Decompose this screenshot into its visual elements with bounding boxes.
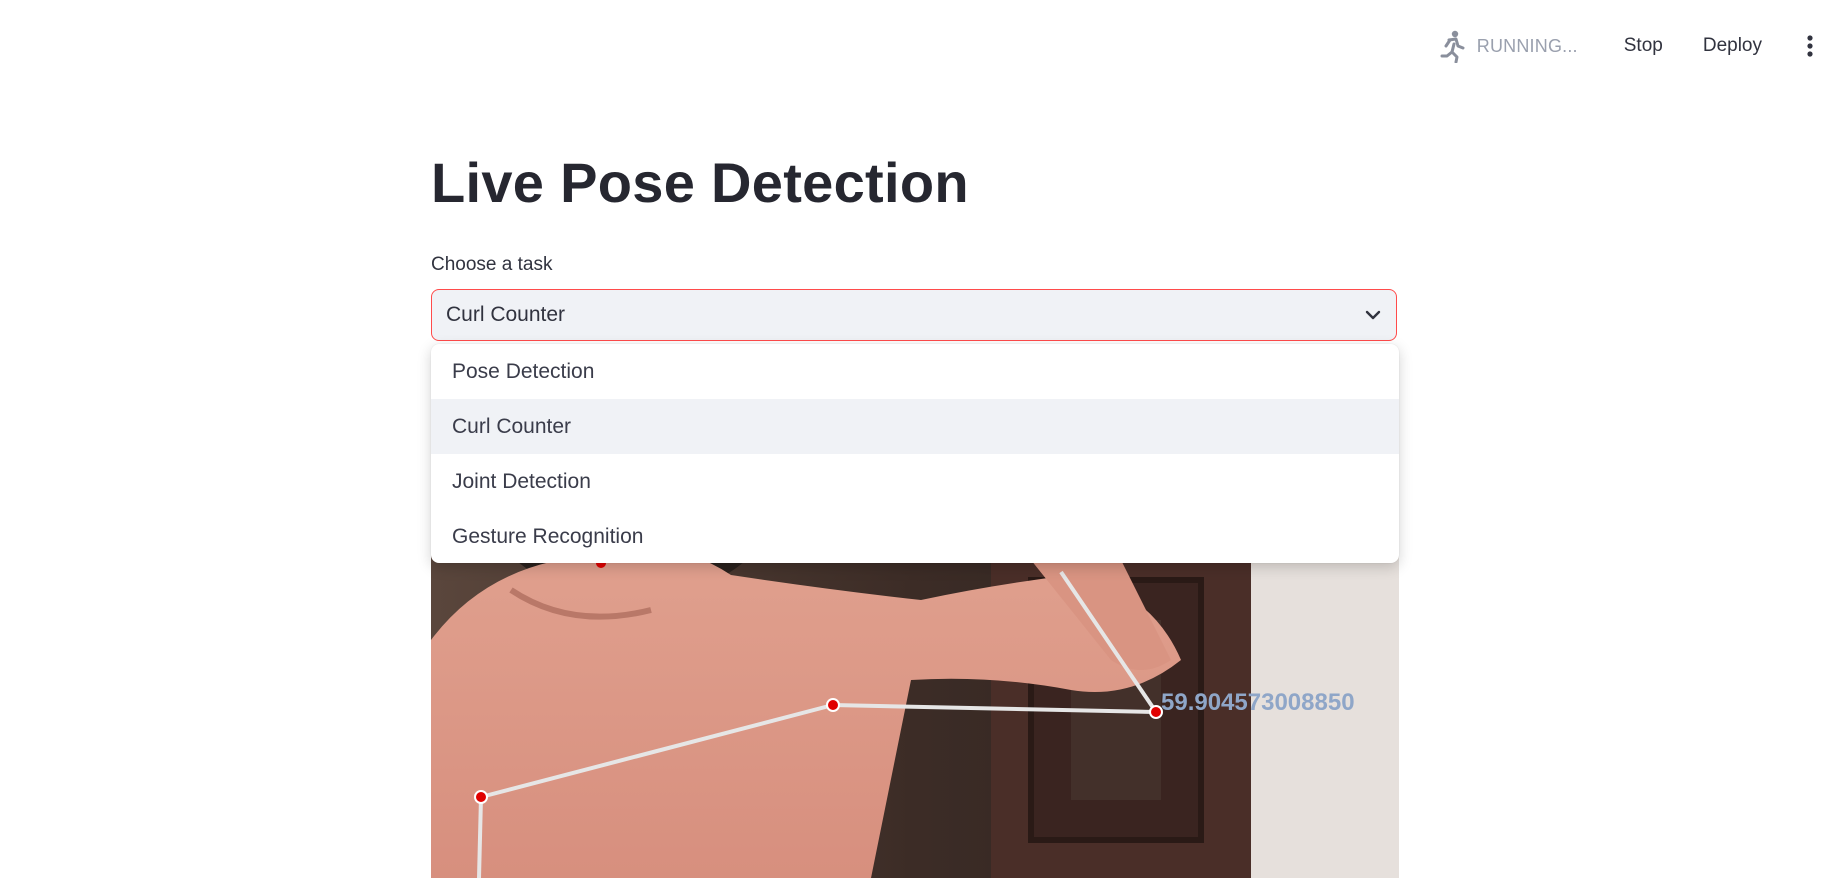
toolbar: RUNNING... Stop Deploy bbox=[1437, 0, 1842, 92]
running-status: RUNNING... bbox=[1437, 29, 1578, 64]
option-gesture-recognition[interactable]: Gesture Recognition bbox=[431, 509, 1399, 563]
chevron-down-icon bbox=[1364, 306, 1382, 324]
page-title: Live Pose Detection bbox=[431, 151, 969, 214]
option-joint-detection[interactable]: Joint Detection bbox=[431, 454, 1399, 509]
running-person-icon bbox=[1437, 29, 1467, 64]
angle-readout: 59.904573008850 bbox=[1161, 689, 1355, 716]
option-curl-counter[interactable]: Curl Counter bbox=[431, 399, 1399, 454]
running-status-label: RUNNING... bbox=[1476, 35, 1578, 56]
task-dropdown-menu: Pose Detection Curl Counter Joint Detect… bbox=[431, 344, 1399, 563]
stop-button[interactable]: Stop bbox=[1614, 27, 1673, 65]
task-select-label: Choose a task bbox=[431, 254, 553, 275]
more-vertical-icon[interactable] bbox=[1798, 31, 1822, 61]
task-select[interactable]: Curl Counter bbox=[431, 289, 1397, 341]
task-select-value: Curl Counter bbox=[446, 303, 566, 326]
deploy-button[interactable]: Deploy bbox=[1693, 27, 1772, 65]
option-pose-detection[interactable]: Pose Detection bbox=[431, 344, 1399, 399]
